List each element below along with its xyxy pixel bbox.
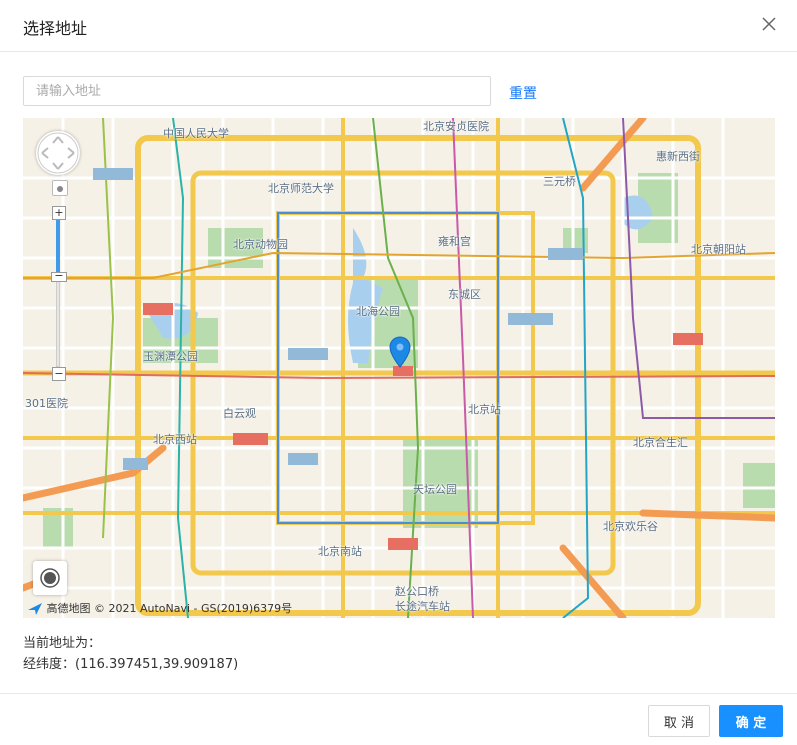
zoom-track-filled[interactable] [56,220,60,275]
close-icon[interactable] [759,14,779,34]
map-label: 北京西站 [153,433,197,446]
map-label: 三元桥 [543,175,576,188]
map-label: 北京朝阳站 [691,243,746,256]
coordinates-label: 经纬度： [23,657,76,672]
zoom-track[interactable] [56,275,60,367]
dialog-title: 选择地址 [23,19,88,38]
map-label: 玉渊潭公园 [143,350,198,363]
coordinates-value: (116.397451,39.909187) [75,657,239,672]
reset-button[interactable]: 重置 [509,83,537,103]
map-label: 301医院 [25,397,68,410]
map-view[interactable]: 中国人民大学 北京安贞医院 惠新西街 北京师范大学 三元桥 北京动物园 雍和宫 … [23,118,775,618]
map-label: 北京合生汇 [633,436,688,449]
map-provider: 高德地图 [46,602,91,615]
map-marker-icon[interactable] [389,336,411,368]
map-copyright-text: © 2021 AutoNavi - GS(2019)6379号 [94,602,293,615]
amap-logo-icon [28,603,42,615]
map-label: 白云观 [223,407,256,420]
map-label: 东城区 [448,288,481,301]
zoom-out-icon[interactable]: − [52,367,66,381]
cancel-button[interactable]: 取 消 [648,705,710,737]
map-label: 赵公口桥 [395,585,439,598]
map-label: 北京南站 [318,545,362,558]
pan-control-icon[interactable] [36,131,80,175]
locate-icon[interactable] [33,561,67,595]
current-address-label: 当前地址为： [23,636,102,651]
confirm-button[interactable]: 确 定 [719,705,783,737]
current-address: 当前地址为： [23,632,101,651]
map-label: 雍和宫 [438,235,471,248]
map-label: 天坛公园 [413,483,457,496]
dialog-header: 选择地址 [0,0,797,52]
map-label: 北海公园 [356,305,400,318]
map-label: 长途汽车站 [395,600,450,613]
map-label: 北京欢乐谷 [603,520,658,533]
map-label: 北京动物园 [233,238,288,251]
coordinates: 经纬度：(116.397451,39.909187) [23,653,238,672]
zoom-slider-handle[interactable]: − [51,270,67,282]
map-label: 北京师范大学 [268,182,334,195]
map-label: 北京站 [468,403,501,416]
map-copyright: 高德地图 © 2021 AutoNavi - GS(2019)6379号 [27,600,292,616]
select-address-dialog: 选择地址 重置 [0,0,797,744]
address-search-input[interactable] [23,76,491,106]
map-label: 北京安贞医院 [423,120,489,133]
map-label: 中国人民大学 [163,127,229,140]
zoom-home-icon[interactable] [52,180,68,196]
zoom-in-icon[interactable]: + [52,206,66,220]
map-label: 惠新西街 [656,150,700,163]
